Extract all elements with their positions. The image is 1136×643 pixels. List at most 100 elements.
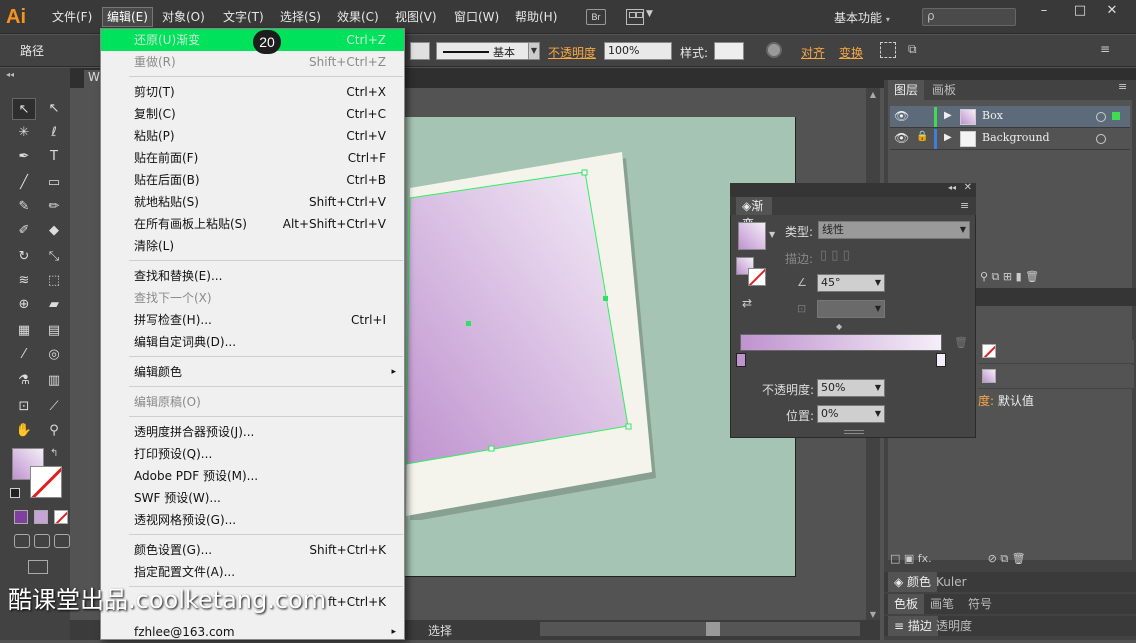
hand-tool-icon[interactable]: ✋ [12,420,36,442]
center-handle[interactable] [603,296,608,301]
gradient-panel-header[interactable]: ◂◂ ✕ [730,182,976,197]
menu-effect[interactable]: 效果(C) [333,8,383,26]
stroke-profile-dropdown[interactable]: 基本 [436,42,538,60]
menu-item-paste-all-artboards[interactable]: 在所有画板上粘贴(S) Alt+Shift+Ctrl+V [101,213,404,235]
magic-wand-tool-icon[interactable]: ✳ [12,122,36,144]
menu-window[interactable]: 窗口(W) [450,8,503,26]
type-tool-icon[interactable]: T [42,146,66,168]
draw-inside-icon[interactable] [54,534,70,548]
gradient-slider[interactable] [740,334,942,351]
none-mode-icon[interactable] [54,510,68,524]
opacity-label[interactable]: 不透明度 [548,44,596,61]
selection-indicator[interactable] [1112,112,1120,120]
tab-kuler[interactable]: Kuler [930,572,973,592]
polaroid-artwork[interactable] [380,150,670,520]
tab-layers[interactable]: 图层 [888,80,925,100]
artboard-tool-icon[interactable]: ⊡ [12,396,36,418]
direct-selection-tool-icon[interactable]: ↖ [42,98,66,120]
stop-location-field[interactable]: 0% ▼ [817,405,885,423]
blend-tool-icon[interactable]: ◎ [42,344,66,366]
bottom-handle[interactable] [488,445,495,452]
gradient-angle-field[interactable]: 45° ▼ [817,274,885,292]
panel-menu-icon[interactable]: ≡ [960,199,969,212]
menu-item-paste-in-front[interactable]: 贴在前面(F) Ctrl+F [101,147,404,169]
menu-item-clear[interactable]: 清除(L) [101,235,404,257]
target-icon[interactable] [1096,112,1106,122]
gradient-preview-swatch[interactable] [738,222,766,250]
menu-view[interactable]: 视图(V) [391,8,441,26]
lasso-tool-icon[interactable]: ℓ [42,122,66,144]
menu-item-edit-colors[interactable]: 编辑颜色 ▸ [101,361,404,383]
symbol-sprayer-tool-icon[interactable]: ⚗ [12,370,36,392]
menu-item-paste-in-back[interactable]: 贴在后面(B) Ctrl+B [101,169,404,191]
panel-resize-grip[interactable] [844,430,864,434]
arrange-documents-icon[interactable] [626,9,644,25]
slice-tool-icon[interactable]: ⟋ [42,396,66,418]
bridge-button[interactable]: Br [586,9,606,25]
close-icon[interactable]: ✕ [964,182,972,193]
expand-icon[interactable]: ▶ [944,132,952,143]
midpoint-diamond-icon[interactable]: ◆ [836,322,842,331]
eye-icon[interactable]: 👁 [894,131,909,145]
recolor-artwork-icon[interactable] [766,42,782,58]
layer-row-box[interactable]: 👁 ▶ Box [890,106,1130,128]
chevron-down-icon[interactable]: ▼ [646,9,653,19]
stroke-weight-field[interactable] [410,42,430,60]
appearance-stroke-row[interactable] [978,340,1134,364]
style-swatch[interactable] [714,42,744,60]
tab-brushes[interactable]: 画笔 [924,594,960,614]
tab-gradient[interactable]: ◈渐变 [736,197,772,231]
scroll-up-icon[interactable]: ▲ [866,90,880,99]
eye-icon[interactable]: 👁 [894,109,909,123]
layer-row-background[interactable]: 👁 🔒 ▶ Background [890,128,1130,150]
width-tool-icon[interactable]: ≋ [12,270,36,292]
draw-normal-icon[interactable] [14,534,30,548]
delete-stop-icon[interactable]: 🗑 [954,336,968,349]
search-input[interactable]: ρ [922,8,1016,26]
draw-behind-icon[interactable] [34,534,50,548]
rectangle-tool-icon[interactable]: ▭ [42,172,66,194]
panel-menu-icon[interactable]: ≡ [1100,42,1110,56]
opacity-field[interactable]: 100% [604,42,672,60]
color-mode-icon[interactable] [14,510,28,524]
arrange-icon[interactable]: ⧉ [908,42,928,58]
menu-edit[interactable]: 编辑(E) [102,7,153,27]
gradient-type-dropdown[interactable]: 线性 ▼ [818,221,970,239]
menu-item-spell-check[interactable]: 拼写检查(H)... Ctrl+I [101,309,404,331]
menu-item-paste[interactable]: 粘贴(P) Ctrl+V [101,125,404,147]
chevron-down-icon[interactable]: ▼ [769,230,775,239]
menu-file[interactable]: 文件(F) [48,8,96,26]
collapse-icon[interactable]: ◂◂ [948,183,956,192]
pen-tool-icon[interactable]: ✒ [12,146,36,168]
menu-item-edit-dictionary[interactable]: 编辑自定词典(D)... [101,331,404,353]
appearance-opacity-row[interactable]: 度: 默认值 [978,392,1134,412]
menu-item-find-next[interactable]: 查找下一个(X) [101,287,404,309]
menu-item-redo[interactable]: 重做(R) Shift+Ctrl+Z [101,51,404,73]
menu-object[interactable]: 对象(O) [158,8,209,26]
gradient-stop-right[interactable] [936,353,946,367]
transform-label[interactable]: 变换 [839,44,863,61]
selection-tool-icon[interactable]: ↖ [12,98,36,120]
scroll-down-icon[interactable]: ▼ [866,610,880,619]
lock-icon[interactable]: 🔒 [916,131,928,142]
menu-item-copy[interactable]: 复制(C) Ctrl+C [101,103,404,125]
corner-handle[interactable] [625,423,632,430]
mesh-tool-icon[interactable]: ▦ [12,320,36,342]
menu-item-cut[interactable]: 剪切(T) Ctrl+X [101,81,404,103]
menu-item-edit-original[interactable]: 编辑原稿(O) [101,391,404,413]
shape-builder-tool-icon[interactable]: ⊕ [12,294,36,316]
swap-fill-stroke-icon[interactable]: ↰ [50,448,58,459]
scale-tool-icon[interactable]: ⤡ [42,246,66,268]
column-graph-tool-icon[interactable]: ▥ [42,370,66,392]
tab-transparency[interactable]: 透明度 [930,616,978,636]
gradient-mode-icon[interactable] [34,510,48,524]
menu-item-print-presets[interactable]: 打印预设(Q)... [101,443,404,465]
perspective-grid-tool-icon[interactable]: ▰ [42,294,66,316]
stop-opacity-field[interactable]: 50% ▼ [817,379,885,397]
appearance-fill-row[interactable] [978,365,1134,389]
target-icon[interactable] [1096,134,1106,144]
tab-symbols[interactable]: 符号 [962,594,998,614]
default-colors-icon[interactable] [10,488,20,498]
eyedropper-tool-icon[interactable]: ⁄ [12,344,36,366]
aspect-ratio-field[interactable]: ▼ [817,300,885,318]
